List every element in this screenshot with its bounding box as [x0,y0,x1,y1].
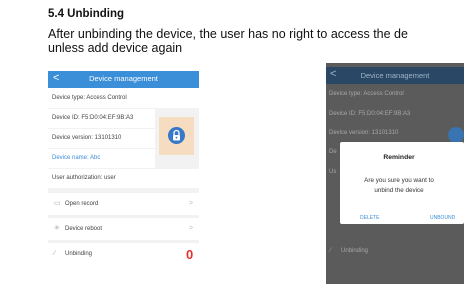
unbinding-item: Unbinding [341,248,369,254]
lock-icon [448,127,464,143]
lock-tile [159,117,194,155]
open-record-item[interactable]: ▭ Open record > [48,193,199,215]
title-bar: < Device management [48,71,199,88]
device-version-row: Device version: 13101310 [48,129,155,148]
paragraph-line-1: After unbinding the device, the user has… [48,27,408,41]
device-id-line: Device ID: F5:D0:04:EF:9B:A3 [329,111,411,117]
screen-title: Device management [360,71,430,80]
unbind-icon: ∕ [330,247,332,254]
device-reboot-item[interactable]: ✳ Device reboot > [48,218,199,240]
dimmed-title-bar: < Device management [326,67,464,84]
chevron-right-icon: > [188,225,193,232]
device-id-row: Device ID: F5:D0:04:EF:9B:A3 [48,109,155,128]
device-type-line: Device type: Access Control [329,91,404,97]
device-version-line: Device version: 13101310 [329,130,399,136]
user-authorization-line: Us [329,169,337,175]
user-authorization-row: User authorization: user [48,169,199,188]
section-paragraph: After unbinding the device, the user has… [48,27,408,55]
device-type-row: Device type: Access Control [48,89,199,108]
chevron-right-icon: > [188,200,193,207]
reminder-dialog: Reminder Are you sure you want to unbind… [340,142,464,224]
unbind-icon: ∕ [54,250,56,257]
device-management-screen: < Device management Device type: Access … [48,71,199,284]
unbound-button[interactable]: UNBOUND [430,215,455,221]
unbinding-item[interactable]: ∕ Unbinding [48,243,199,265]
screen-title: Device management [89,74,158,83]
annotation-mark: 0 [186,247,194,262]
dialog-title: Reminder [383,154,415,161]
unbind-confirm-screen: < Device management Device type: Access … [326,63,464,284]
reboot-icon: ✳ [54,225,60,232]
device-name-line: De [329,149,337,155]
paragraph-line-2: unless add device again [48,41,183,55]
section-heading: 5.4 Unbinding [48,8,125,20]
dialog-message: Are you sure you want to unbind the devi… [364,177,434,194]
device-name-row[interactable]: Device name: Abc [48,149,155,168]
delete-button[interactable]: DELETE [360,215,379,221]
record-icon: ▭ [54,200,61,207]
lock-icon [168,127,185,144]
